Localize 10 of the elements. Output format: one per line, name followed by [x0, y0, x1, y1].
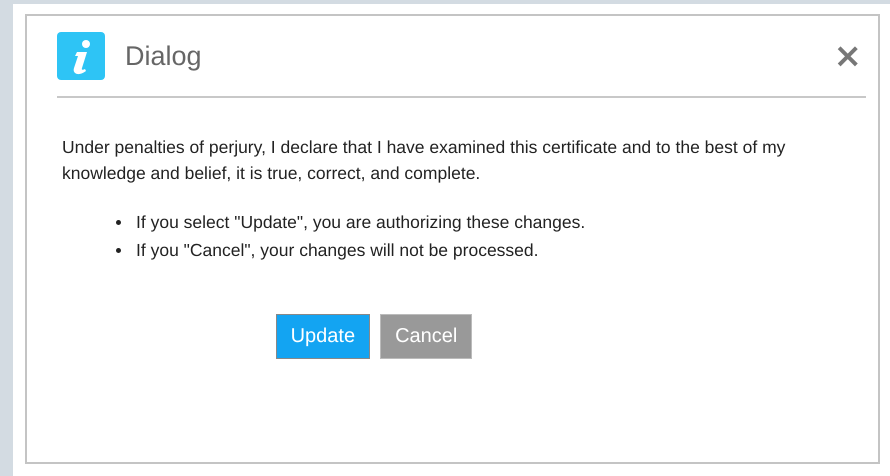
- dialog-title: Dialog: [125, 40, 203, 72]
- close-button[interactable]: ×: [830, 39, 866, 73]
- bullet-text: If you "Cancel", your changes will not be processed.: [136, 239, 538, 262]
- bullet-text: If you select "Update", you are authorizing these changes.: [136, 211, 586, 234]
- update-button[interactable]: Update: [276, 314, 370, 359]
- message-text: Under penalties of perjury, I declare that I have examined this certificate and to the best of my knowledge and belief, it is true, correct, and complete.: [62, 136, 786, 185]
- cancel-button[interactable]: Cancel: [380, 314, 472, 359]
- bullet-icon: [116, 248, 121, 252]
- info-icon: [57, 32, 105, 80]
- bullet-icon: [116, 220, 121, 224]
